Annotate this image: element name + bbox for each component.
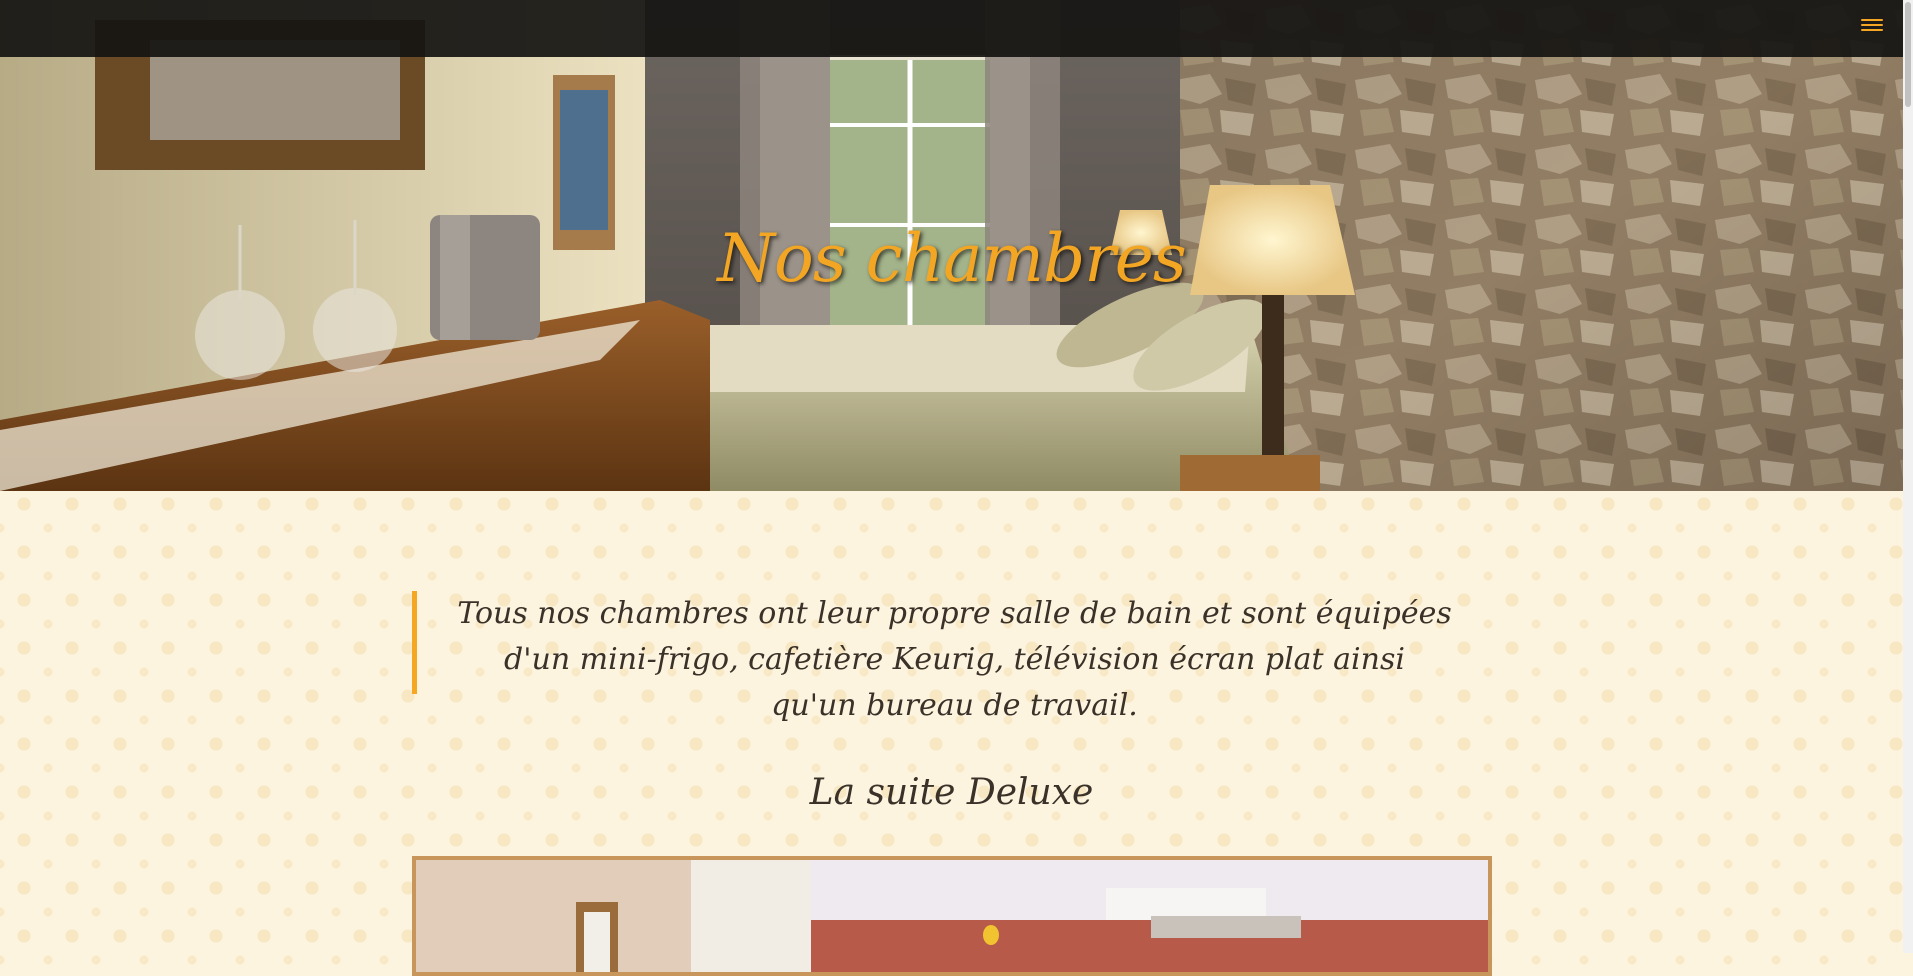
intro-quote-text: Tous nos chambres ont leur propre salle … [457,596,1452,723]
page-scrollbar[interactable] [1903,0,1913,953]
scrollbar-thumb[interactable] [1905,2,1911,107]
hamburger-menu-icon[interactable] [1861,16,1883,34]
room-title: La suite Deluxe [809,772,1094,813]
hero-banner: Nos chambres [0,0,1903,491]
top-navigation-bar [0,0,1903,57]
intro-blockquote: Tous nos chambres ont leur propre salle … [412,591,1472,723]
page-title: Nos chambres [717,220,1186,297]
suite-deluxe-photo [412,856,1492,976]
